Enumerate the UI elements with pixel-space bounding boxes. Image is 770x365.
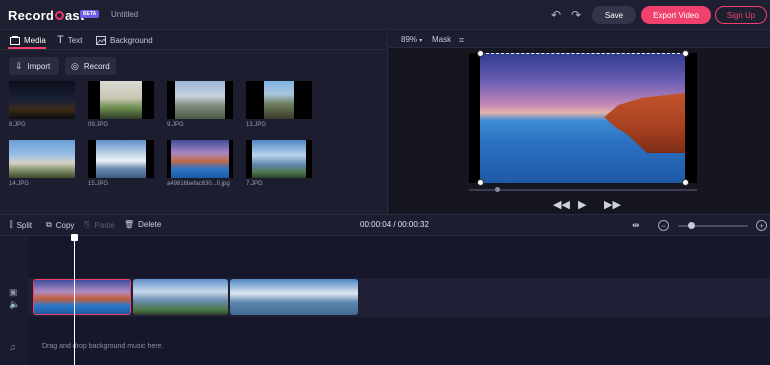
- media-label: 14.JPG: [9, 181, 30, 187]
- video-clip-selected[interactable]: [33, 279, 131, 315]
- delete-label: Delete: [138, 220, 162, 229]
- save-button[interactable]: Save: [592, 6, 636, 24]
- media-thumbnail[interactable]: [9, 81, 75, 119]
- chevron-down-icon: ▾: [419, 38, 423, 44]
- zoom-in-icon[interactable]: +: [756, 220, 767, 231]
- play-icon[interactable]: ▶: [578, 198, 586, 211]
- media-thumbnail[interactable]: [88, 81, 154, 119]
- sign-up-button[interactable]: Sign Up: [715, 6, 767, 24]
- tab-background[interactable]: Background: [96, 34, 153, 46]
- copy-button[interactable]: ⧉ Copy: [46, 220, 74, 230]
- import-icon: ⇩: [15, 60, 23, 71]
- paste-icon: ⎘: [84, 220, 91, 229]
- music-icon: ♫: [9, 342, 16, 352]
- copy-label: Copy: [55, 220, 75, 230]
- split-label: Split: [16, 220, 33, 230]
- media-thumbnail[interactable]: [9, 140, 75, 178]
- fit-icon[interactable]: ⇹: [632, 220, 640, 231]
- undo-icon[interactable]: ↶: [551, 8, 561, 22]
- logo[interactable]: Record ast: [8, 8, 84, 23]
- tab-text[interactable]: T Text: [57, 34, 82, 46]
- scrubber-knob[interactable]: [495, 187, 500, 192]
- media-thumbnail[interactable]: [246, 140, 312, 178]
- text-icon: T: [57, 34, 64, 46]
- media-label: a49816befac630...0.jpg: [167, 181, 230, 187]
- record-label: Record: [83, 61, 110, 71]
- crop-icon[interactable]: ⌗: [459, 35, 464, 46]
- media-label: 09.JPG: [88, 122, 109, 128]
- document-title[interactable]: Untitled: [111, 10, 138, 19]
- import-label: Import: [27, 61, 51, 71]
- selection-border-top: [481, 53, 685, 54]
- mask-button[interactable]: Mask: [432, 35, 451, 44]
- media-label: 15.JPG: [88, 181, 109, 187]
- logo-ring-icon: [55, 11, 64, 20]
- media-label: 13.JPG: [246, 122, 267, 128]
- tab-media[interactable]: Media: [10, 34, 46, 46]
- zoom-value: 89%: [401, 35, 418, 44]
- zoom-out-icon[interactable]: −: [658, 220, 669, 231]
- media-label: 7.JPG: [246, 181, 263, 187]
- playhead-line[interactable]: [74, 238, 75, 365]
- redo-icon[interactable]: ↷: [571, 8, 581, 22]
- record-icon: ◎: [71, 60, 79, 71]
- resize-handle[interactable]: [477, 179, 484, 186]
- media-thumbnail[interactable]: [167, 140, 233, 178]
- video-clip[interactable]: [230, 279, 358, 315]
- beta-badge: BETA: [80, 10, 100, 18]
- media-icon: [10, 35, 20, 45]
- media-thumbnail[interactable]: [246, 81, 312, 119]
- paste-button[interactable]: ⎘ Paste: [84, 220, 115, 230]
- background-icon: [96, 35, 106, 45]
- media-thumbnail[interactable]: [88, 140, 154, 178]
- media-thumbnail[interactable]: [167, 81, 233, 119]
- split-button[interactable]: ⫿ Split: [10, 220, 32, 230]
- logo-text-a: Record: [8, 8, 54, 23]
- media-label: 9.JPG: [167, 122, 184, 128]
- media-label: 8.JPG: [9, 122, 26, 128]
- delete-button[interactable]: 🗑 Delete: [124, 220, 161, 229]
- preview-image[interactable]: [480, 53, 685, 183]
- resize-handle[interactable]: [682, 179, 689, 186]
- resize-handle[interactable]: [477, 50, 484, 57]
- copy-icon: ⧉: [46, 220, 52, 229]
- volume-icon[interactable]: 🔈: [9, 299, 20, 310]
- tab-text-label: Text: [67, 35, 83, 45]
- time-display: 00:00:04 / 00:00:32: [360, 220, 429, 229]
- video-track-icon: ▣: [9, 287, 18, 297]
- rewind-icon[interactable]: ◀◀: [553, 198, 570, 211]
- tab-media-label: Media: [24, 35, 46, 45]
- resize-handle[interactable]: [682, 50, 689, 57]
- fast-forward-icon[interactable]: ▶▶: [604, 198, 621, 211]
- trash-icon: 🗑: [124, 220, 135, 229]
- record-button[interactable]: ◎ Record: [65, 57, 116, 75]
- zoom-dropdown[interactable]: 89% ▾: [401, 35, 422, 44]
- playhead-handle[interactable]: [71, 234, 78, 241]
- preview-scrubber[interactable]: [469, 189, 697, 191]
- paste-label: Paste: [94, 220, 115, 230]
- tab-divider: [0, 49, 388, 50]
- tab-background-label: Background: [110, 35, 153, 45]
- zoom-slider-knob[interactable]: [688, 222, 695, 229]
- import-button[interactable]: ⇩ Import: [9, 57, 59, 75]
- split-icon: ⫿: [10, 220, 13, 229]
- cliff-shape: [604, 93, 685, 153]
- music-drop-hint: Drag and drop background music here.: [42, 343, 164, 350]
- video-clip[interactable]: [133, 279, 228, 315]
- export-video-button[interactable]: Export Video: [641, 6, 711, 24]
